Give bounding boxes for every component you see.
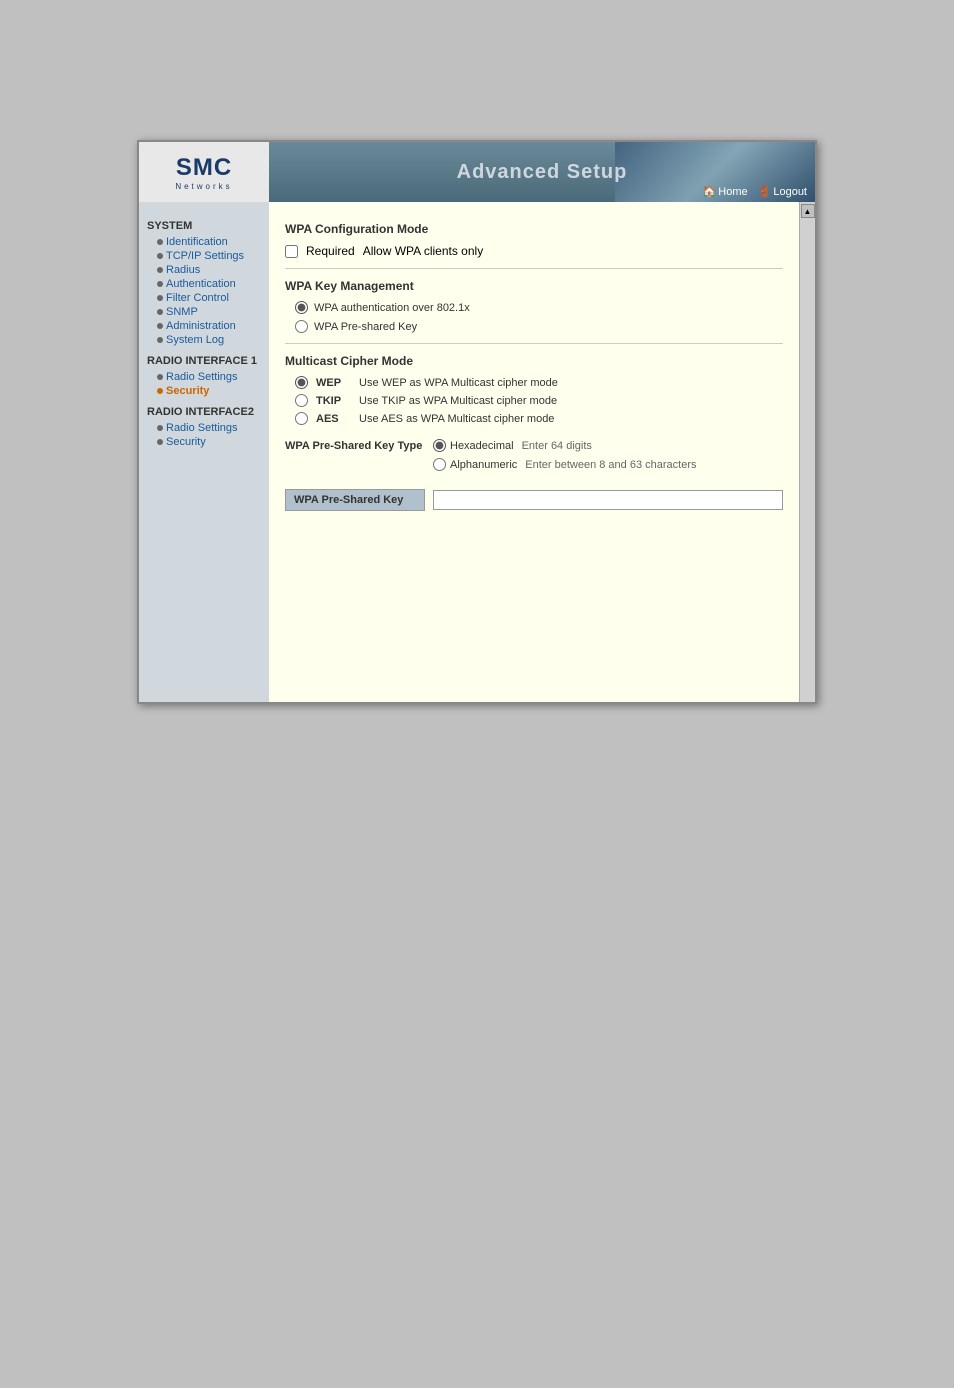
radio-psk-label: WPA Pre-shared Key (314, 321, 417, 333)
bullet-icon (157, 239, 163, 245)
radio-802-row: WPA authentication over 802.1x (295, 301, 783, 314)
logout-link[interactable]: 🚪 Logout (758, 185, 807, 198)
required-desc: Allow WPA clients only (363, 244, 484, 258)
key-type-hex-radio[interactable] (433, 439, 446, 452)
key-type-hex-row: WPA Pre-Shared Key Type Hexadecimal Ente… (285, 439, 783, 452)
system-section-title: SYSTEM (147, 220, 261, 232)
radio-802-label: WPA authentication over 802.1x (314, 302, 470, 314)
bullet-icon (157, 253, 163, 259)
content-wrapper: SYSTEM Identification TCP/IP Settings Ra… (139, 202, 815, 702)
header-nav: 🏠 Home 🚪 Logout (703, 185, 807, 198)
alpha-desc: Enter between 8 and 63 characters (525, 459, 696, 471)
bullet-icon (157, 281, 163, 287)
logo-sub: Networks (175, 182, 232, 191)
sidebar-item-identification[interactable]: Identification (147, 235, 261, 249)
required-row: Required Allow WPA clients only (285, 244, 783, 258)
cipher-tkip-radio[interactable] (295, 394, 308, 407)
bullet-icon (157, 374, 163, 380)
bullet-icon (157, 425, 163, 431)
required-checkbox[interactable] (285, 245, 298, 258)
bullet-icon (157, 323, 163, 329)
radio-psk-input[interactable] (295, 320, 308, 333)
bullet-icon (157, 388, 163, 394)
cipher-aes-radio[interactable] (295, 412, 308, 425)
hex-label: Hexadecimal (450, 440, 514, 452)
radio-psk-row: WPA Pre-shared Key (295, 320, 783, 333)
cipher-table: WEP Use WEP as WPA Multicast cipher mode… (295, 376, 783, 425)
key-mgmt-group: WPA authentication over 802.1x WPA Pre-s… (295, 301, 783, 333)
cipher-wep-desc: Use WEP as WPA Multicast cipher mode (359, 377, 558, 389)
required-label: Required (306, 244, 355, 258)
cipher-aes-label: AES (316, 413, 351, 425)
hex-desc: Enter 64 digits (522, 440, 592, 452)
sidebar-item-system-log[interactable]: System Log (147, 333, 261, 347)
sidebar-item-radius[interactable]: Radius (147, 263, 261, 277)
cipher-aes-desc: Use AES as WPA Multicast cipher mode (359, 413, 554, 425)
sidebar-item-radio1-security[interactable]: Security (147, 384, 261, 398)
key-type-alpha-radio[interactable] (433, 458, 446, 471)
bullet-icon (157, 309, 163, 315)
logo-text: SMC (176, 154, 232, 182)
cipher-wep-label: WEP (316, 377, 351, 389)
sidebar-item-filter-control[interactable]: Filter Control (147, 291, 261, 305)
cipher-tkip-row: TKIP Use TKIP as WPA Multicast cipher mo… (295, 394, 783, 407)
sidebar-item-radio2-security[interactable]: Security (147, 435, 261, 449)
psk-field-label: WPA Pre-Shared Key (285, 489, 425, 511)
radio-802-input[interactable] (295, 301, 308, 314)
radio1-section-title: RADIO INTERFACE 1 (147, 355, 261, 367)
divider-1 (285, 268, 783, 269)
divider-2 (285, 343, 783, 344)
bullet-icon (157, 295, 163, 301)
page-title: Advanced Setup (457, 161, 628, 184)
cipher-aes-row: AES Use AES as WPA Multicast cipher mode (295, 412, 783, 425)
sidebar-item-radio2-settings[interactable]: Radio Settings (147, 421, 261, 435)
sidebar-item-tcpip[interactable]: TCP/IP Settings (147, 249, 261, 263)
key-type-alpha-option: Alphanumeric Enter between 8 and 63 char… (433, 458, 697, 471)
wpa-config-title: WPA Configuration Mode (285, 222, 783, 236)
scroll-up-button[interactable]: ▲ (801, 204, 815, 218)
sidebar-item-authentication[interactable]: Authentication (147, 277, 261, 291)
bullet-icon (157, 439, 163, 445)
psk-field-row: WPA Pre-Shared Key (285, 489, 783, 511)
sidebar-item-snmp[interactable]: SNMP (147, 305, 261, 319)
wpa-key-mgmt-title: WPA Key Management (285, 279, 783, 293)
page-header: SMC Networks Advanced Setup 🏠 Home 🚪 Log… (139, 142, 815, 202)
home-link[interactable]: 🏠 Home (703, 185, 748, 198)
logout-icon: 🚪 (758, 185, 772, 198)
main-content: WPA Configuration Mode Required Allow WP… (269, 202, 799, 702)
psk-field-input[interactable] (433, 490, 783, 510)
key-type-section: WPA Pre-Shared Key Type Hexadecimal Ente… (285, 439, 783, 471)
sidebar-item-radio1-settings[interactable]: Radio Settings (147, 370, 261, 384)
alpha-label: Alphanumeric (450, 459, 517, 471)
cipher-wep-radio[interactable] (295, 376, 308, 389)
header-title-area: Advanced Setup 🏠 Home 🚪 Logout (269, 142, 815, 202)
home-icon: 🏠 (703, 185, 717, 198)
logo-area: SMC Networks (139, 142, 269, 202)
sidebar: SYSTEM Identification TCP/IP Settings Ra… (139, 202, 269, 702)
scrollbar[interactable]: ▲ (799, 202, 815, 702)
multicast-title: Multicast Cipher Mode (285, 354, 783, 368)
key-type-label: WPA Pre-Shared Key Type (285, 440, 425, 452)
bullet-icon (157, 337, 163, 343)
cipher-tkip-desc: Use TKIP as WPA Multicast cipher mode (359, 395, 557, 407)
radio2-section-title: RADIO INTERFACE2 (147, 406, 261, 418)
cipher-wep-row: WEP Use WEP as WPA Multicast cipher mode (295, 376, 783, 389)
sidebar-item-administration[interactable]: Administration (147, 319, 261, 333)
cipher-tkip-label: TKIP (316, 395, 351, 407)
key-type-alpha-row: Alphanumeric Enter between 8 and 63 char… (285, 458, 783, 471)
key-type-hex-option: Hexadecimal Enter 64 digits (433, 439, 592, 452)
bullet-icon (157, 267, 163, 273)
